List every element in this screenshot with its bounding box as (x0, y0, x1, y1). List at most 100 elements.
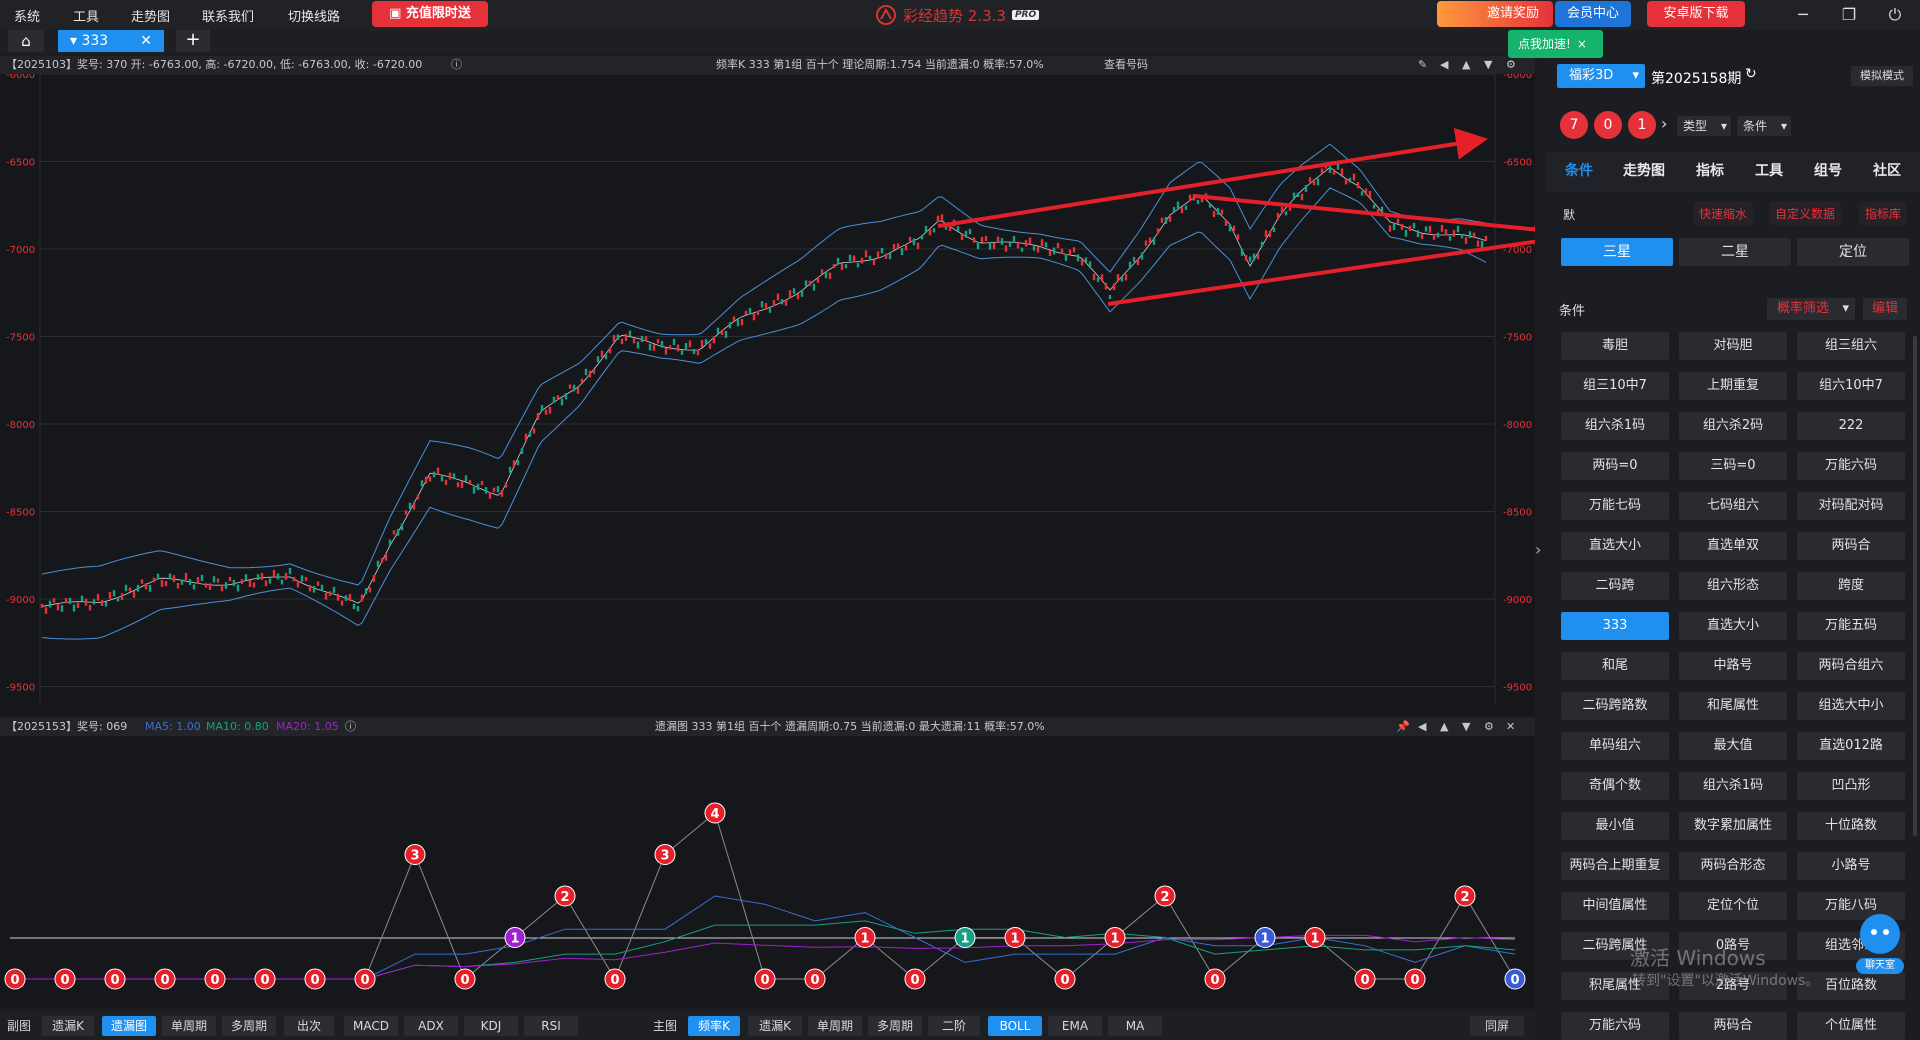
condition-button[interactable]: 上期重复 (1679, 372, 1787, 400)
custom-data-link[interactable]: 自定义数据 (1769, 202, 1842, 225)
tab-tools[interactable]: 工具 (1755, 160, 1783, 180)
down-icon[interactable]: ▼ (1462, 718, 1470, 736)
condition-button[interactable]: 三码=0 (1679, 452, 1787, 480)
subchart-btn[interactable]: KDJ (464, 1016, 518, 1036)
condition-button[interactable]: 十位路数 (1797, 812, 1905, 840)
add-tab-button[interactable]: + (176, 30, 210, 52)
mainchart-btn[interactable]: 遗漏K (748, 1016, 802, 1036)
condition-button[interactable]: 组六形态 (1679, 572, 1787, 600)
condition-button[interactable]: 组三10中7 (1561, 372, 1669, 400)
condition-button[interactable]: 333 (1561, 612, 1669, 640)
condition-button[interactable]: 直选大小 (1679, 612, 1787, 640)
restore-icon[interactable]: ❐ (1838, 4, 1860, 26)
condition-select[interactable]: 条件 ▾ (1737, 116, 1791, 136)
menu-trend-chart[interactable]: 走势图 (131, 6, 170, 25)
condition-button[interactable]: 组六杀1码 (1561, 412, 1669, 440)
chat-room-button[interactable]: 聊天室 (1856, 912, 1904, 974)
mainchart-btn[interactable]: BOLL (988, 1016, 1042, 1036)
edit-icon[interactable]: ✎ (1418, 56, 1427, 74)
condition-button[interactable]: 对码配对码 (1797, 492, 1905, 520)
segment-three-star[interactable]: 三星 (1561, 238, 1673, 266)
condition-button[interactable]: 直选012路 (1797, 732, 1905, 760)
tab-trend[interactable]: 走势图 (1623, 160, 1665, 180)
mainchart-btn[interactable]: 多周期 (868, 1016, 922, 1036)
up-icon[interactable]: ▲ (1440, 718, 1448, 736)
subchart-btn[interactable]: RSI (524, 1016, 578, 1036)
condition-button[interactable]: 数字累加属性 (1679, 812, 1787, 840)
tab-community[interactable]: 社区 (1873, 160, 1901, 180)
condition-button[interactable]: 组六杀2码 (1679, 412, 1787, 440)
condition-button[interactable]: 组六10中7 (1797, 372, 1905, 400)
condition-button[interactable]: 两码合形态 (1679, 852, 1787, 880)
help-icon[interactable]: ⓘ (451, 56, 462, 74)
condition-button[interactable]: 最大值 (1679, 732, 1787, 760)
condition-button[interactable]: 和尾 (1561, 652, 1669, 680)
condition-button[interactable]: 直选大小 (1561, 532, 1669, 560)
speedup-toast[interactable]: 点我加速! × (1508, 30, 1603, 58)
condition-button[interactable]: 直选单双 (1679, 532, 1787, 560)
subchart-btn[interactable]: 副图 (6, 1016, 32, 1036)
pin-icon[interactable]: 📌 (1396, 718, 1410, 736)
close-icon[interactable]: ✕ (1506, 718, 1515, 736)
tab-conditions[interactable]: 条件 (1565, 160, 1593, 180)
condition-button[interactable]: 对码胆 (1679, 332, 1787, 360)
segment-two-star[interactable]: 二星 (1679, 238, 1791, 266)
lottery-select[interactable]: 福彩3D ▾ (1557, 64, 1645, 88)
condition-button[interactable]: 222 (1797, 412, 1905, 440)
condition-button[interactable]: 两码合 (1679, 1012, 1787, 1040)
split-screen-button[interactable]: 同屏 (1470, 1016, 1524, 1036)
refresh-icon[interactable]: ↻ (1745, 66, 1757, 82)
subchart-btn[interactable]: 单周期 (162, 1016, 216, 1036)
condition-button[interactable]: 七码组六 (1679, 492, 1787, 520)
subchart-btn[interactable]: 多周期 (222, 1016, 276, 1036)
recharge-button[interactable]: ▣ 充值限时送 (372, 1, 488, 27)
probability-filter-select[interactable]: 概率筛选 ▾ (1767, 298, 1855, 320)
menu-contact[interactable]: 联系我们 (202, 6, 254, 25)
mainchart-btn[interactable]: 频率K (688, 1016, 740, 1036)
menu-switch-line[interactable]: 切换线路 (288, 6, 340, 25)
subchart-btn[interactable]: 出次 (284, 1016, 334, 1036)
condition-button[interactable]: 定位个位 (1679, 892, 1787, 920)
condition-button[interactable]: 和尾属性 (1679, 692, 1787, 720)
condition-button[interactable]: 万能七码 (1561, 492, 1669, 520)
help-icon[interactable]: ⓘ (345, 718, 356, 736)
condition-button[interactable]: 小路号 (1797, 852, 1905, 880)
up-icon[interactable]: ▲ (1462, 56, 1470, 74)
chevron-right-icon[interactable]: › (1535, 540, 1545, 559)
subchart-btn[interactable]: MACD (344, 1016, 398, 1036)
condition-button[interactable]: 最小值 (1561, 812, 1669, 840)
android-download-button[interactable]: 安卓版下载 (1647, 1, 1745, 27)
condition-button[interactable]: 两码合组六 (1797, 652, 1905, 680)
scrollbar[interactable] (1913, 336, 1917, 836)
mainchart-btn[interactable]: EMA (1048, 1016, 1102, 1036)
down-icon[interactable]: ▼ (1484, 56, 1492, 74)
close-icon[interactable]: × (1577, 37, 1587, 51)
condition-button[interactable]: 二码跨 (1561, 572, 1669, 600)
tab-333[interactable]: ▾ 333 ✕ (58, 30, 164, 52)
menu-system[interactable]: 系统 (14, 6, 40, 25)
condition-button[interactable]: 个位属性 (1797, 1012, 1905, 1040)
menu-tools[interactable]: 工具 (73, 6, 99, 25)
settings-icon[interactable]: ⚙ (1506, 56, 1516, 74)
condition-button[interactable]: 万能六码 (1797, 452, 1905, 480)
close-icon[interactable]: ✕ (140, 30, 152, 52)
type-select[interactable]: 类型 ▾ (1677, 116, 1731, 136)
tab-groups[interactable]: 组号 (1814, 160, 1842, 180)
member-center-button[interactable]: 会员中心 (1555, 1, 1631, 27)
subchart-btn[interactable]: 遗漏K (42, 1016, 94, 1036)
mainchart-btn[interactable]: 主图 (652, 1016, 678, 1036)
subchart-btn[interactable]: ADX (404, 1016, 458, 1036)
condition-button[interactable]: 毒胆 (1561, 332, 1669, 360)
condition-button[interactable]: 万能六码 (1561, 1012, 1669, 1040)
condition-button[interactable]: 单码组六 (1561, 732, 1669, 760)
chevron-right-icon[interactable]: › (1661, 114, 1667, 133)
condition-button[interactable]: 两码合 (1797, 532, 1905, 560)
indicator-library-link[interactable]: 指标库 (1859, 202, 1908, 225)
condition-button[interactable]: 二码跨路数 (1561, 692, 1669, 720)
condition-button[interactable]: 组六杀1码 (1679, 772, 1787, 800)
simulate-mode-button[interactable]: 模拟模式 (1851, 66, 1913, 86)
home-icon[interactable]: ⌂ (8, 30, 44, 52)
condition-button[interactable]: 两码合上期重复 (1561, 852, 1669, 880)
edit-button[interactable]: 编辑 (1863, 298, 1907, 320)
condition-button[interactable]: 凹凸形 (1797, 772, 1905, 800)
